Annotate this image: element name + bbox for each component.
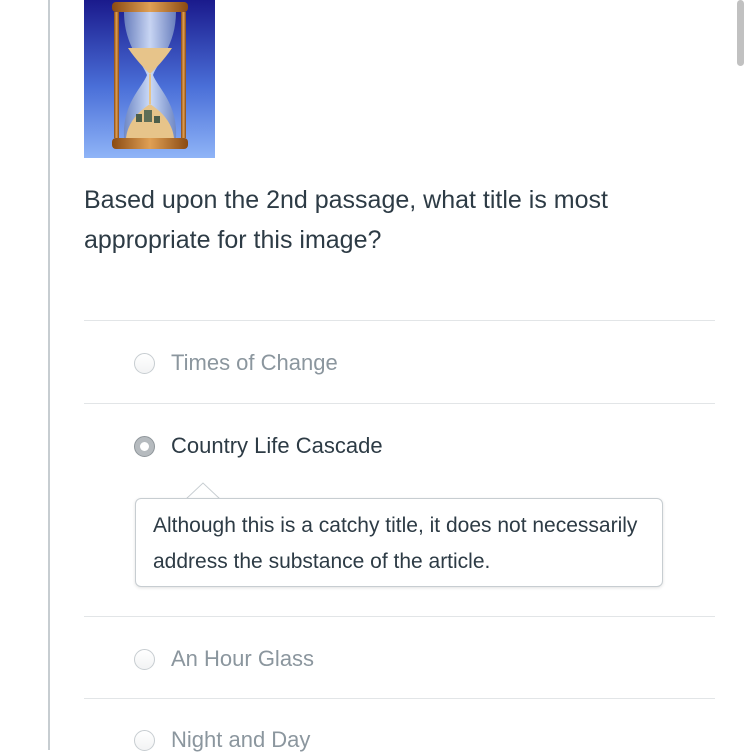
answer-divider <box>84 403 715 404</box>
hourglass-image <box>84 0 215 158</box>
answer-option-4[interactable]: Night and Day <box>134 725 310 755</box>
answer-divider <box>84 698 715 699</box>
answer-option-3[interactable]: An Hour Glass <box>134 644 314 674</box>
answer-label: Country Life Cascade <box>171 433 383 458</box>
radio-button-selected[interactable] <box>134 435 155 457</box>
answer-label: Times of Change <box>171 350 338 375</box>
answer-feedback: Although this is a catchy title, it does… <box>135 498 663 587</box>
scrollbar-thumb[interactable] <box>737 0 744 66</box>
scrollbar[interactable] <box>737 0 748 750</box>
answer-divider <box>84 320 715 321</box>
radio-button[interactable] <box>134 352 155 374</box>
answer-option-2[interactable]: Country Life Cascade <box>134 431 383 461</box>
radio-button[interactable] <box>134 729 155 751</box>
radio-button[interactable] <box>134 648 155 670</box>
answer-divider <box>84 616 715 617</box>
answer-label: Night and Day <box>171 727 311 752</box>
content-left-border <box>48 0 50 750</box>
answer-option-1[interactable]: Times of Change <box>134 348 338 378</box>
question-text: Based upon the 2nd passage, what title i… <box>84 186 608 254</box>
answer-label: An Hour Glass <box>171 646 315 671</box>
